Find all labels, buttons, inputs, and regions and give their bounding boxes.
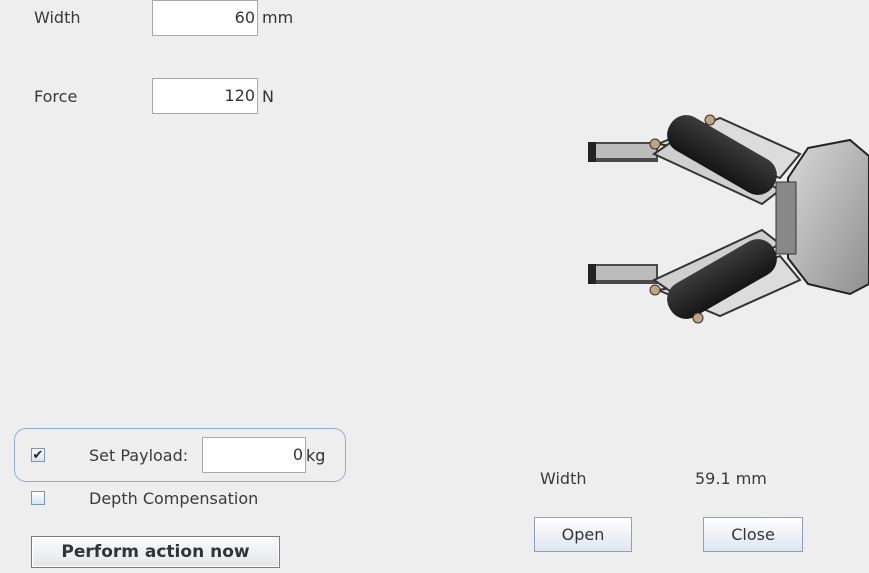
gripper-hub xyxy=(787,138,869,296)
perform-action-button[interactable]: Perform action now xyxy=(31,536,280,568)
width-input[interactable]: 60 xyxy=(152,0,258,36)
depth-compensation-checkbox[interactable] xyxy=(31,491,45,505)
payload-input[interactable]: 0 xyxy=(202,437,306,473)
force-unit: N xyxy=(262,87,274,106)
upper-finger xyxy=(588,114,802,206)
width-unit: mm xyxy=(262,8,294,27)
checkmark-icon: ✔ xyxy=(32,447,44,463)
depth-compensation-label: Depth Compensation xyxy=(89,489,259,508)
status-width-value: 59.1 mm xyxy=(695,469,767,488)
width-label: Width xyxy=(34,8,81,27)
close-button[interactable]: Close xyxy=(703,517,803,552)
set-payload-checkbox[interactable]: ✔ xyxy=(31,448,45,462)
status-width-label: Width xyxy=(540,469,587,488)
lower-finger xyxy=(588,228,802,324)
gripper-graphic-icon xyxy=(588,114,869,324)
force-label: Force xyxy=(34,87,78,106)
open-button[interactable]: Open xyxy=(534,517,632,552)
payload-unit: kg xyxy=(306,446,326,465)
set-payload-label: Set Payload: xyxy=(89,446,189,465)
force-input[interactable]: 120 xyxy=(152,78,258,114)
